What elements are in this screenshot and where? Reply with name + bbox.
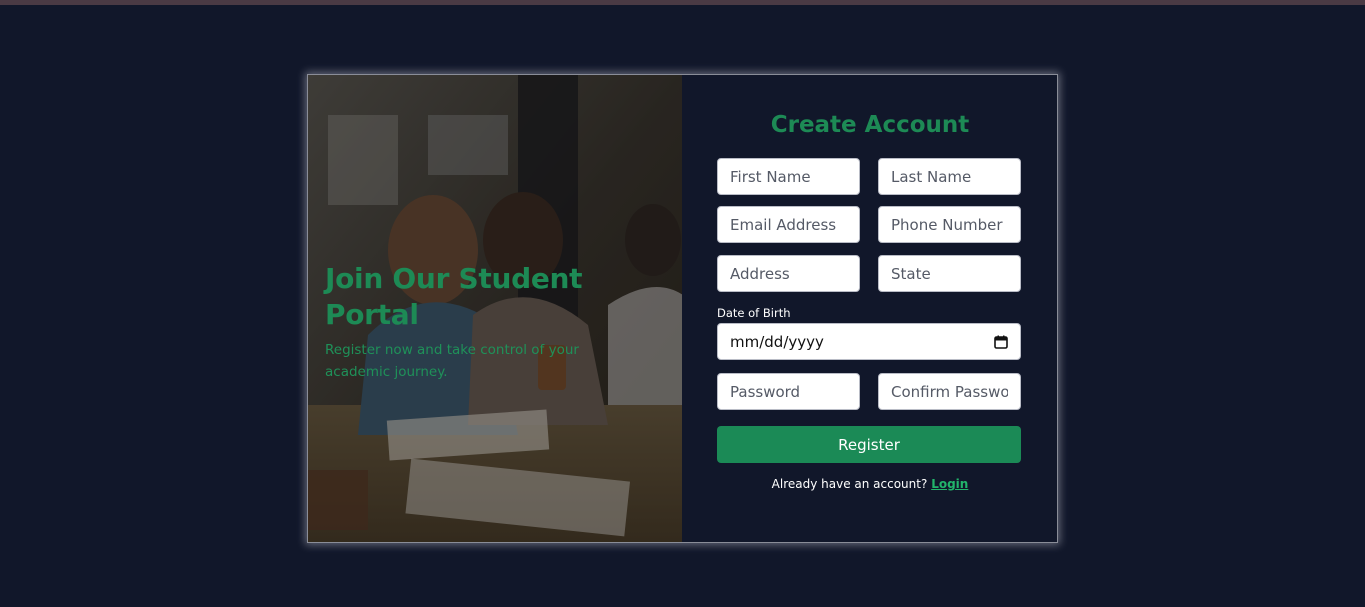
form-layer: Create Account Date of Birth mm/dd/yyyy … xyxy=(307,74,1058,543)
last-name-input[interactable] xyxy=(878,158,1021,195)
login-link[interactable]: Login xyxy=(931,477,968,491)
top-border xyxy=(0,0,1365,5)
login-prompt: Already have an account? xyxy=(771,477,928,491)
calendar-icon[interactable] xyxy=(994,335,1008,349)
address-input[interactable] xyxy=(717,255,860,292)
phone-input[interactable] xyxy=(878,206,1021,243)
dob-label: Date of Birth xyxy=(717,306,791,320)
dob-value: mm/dd/yyyy xyxy=(730,332,824,351)
state-input[interactable] xyxy=(878,255,1021,292)
form-title: Create Account xyxy=(770,112,970,138)
register-button[interactable]: Register xyxy=(717,426,1021,463)
first-name-input[interactable] xyxy=(717,158,860,195)
password-input[interactable] xyxy=(717,373,860,410)
confirm-password-input[interactable] xyxy=(878,373,1021,410)
dob-input[interactable]: mm/dd/yyyy xyxy=(717,323,1021,360)
login-prompt-line: Already have an account? Login xyxy=(682,477,1058,491)
email-input[interactable] xyxy=(717,206,860,243)
